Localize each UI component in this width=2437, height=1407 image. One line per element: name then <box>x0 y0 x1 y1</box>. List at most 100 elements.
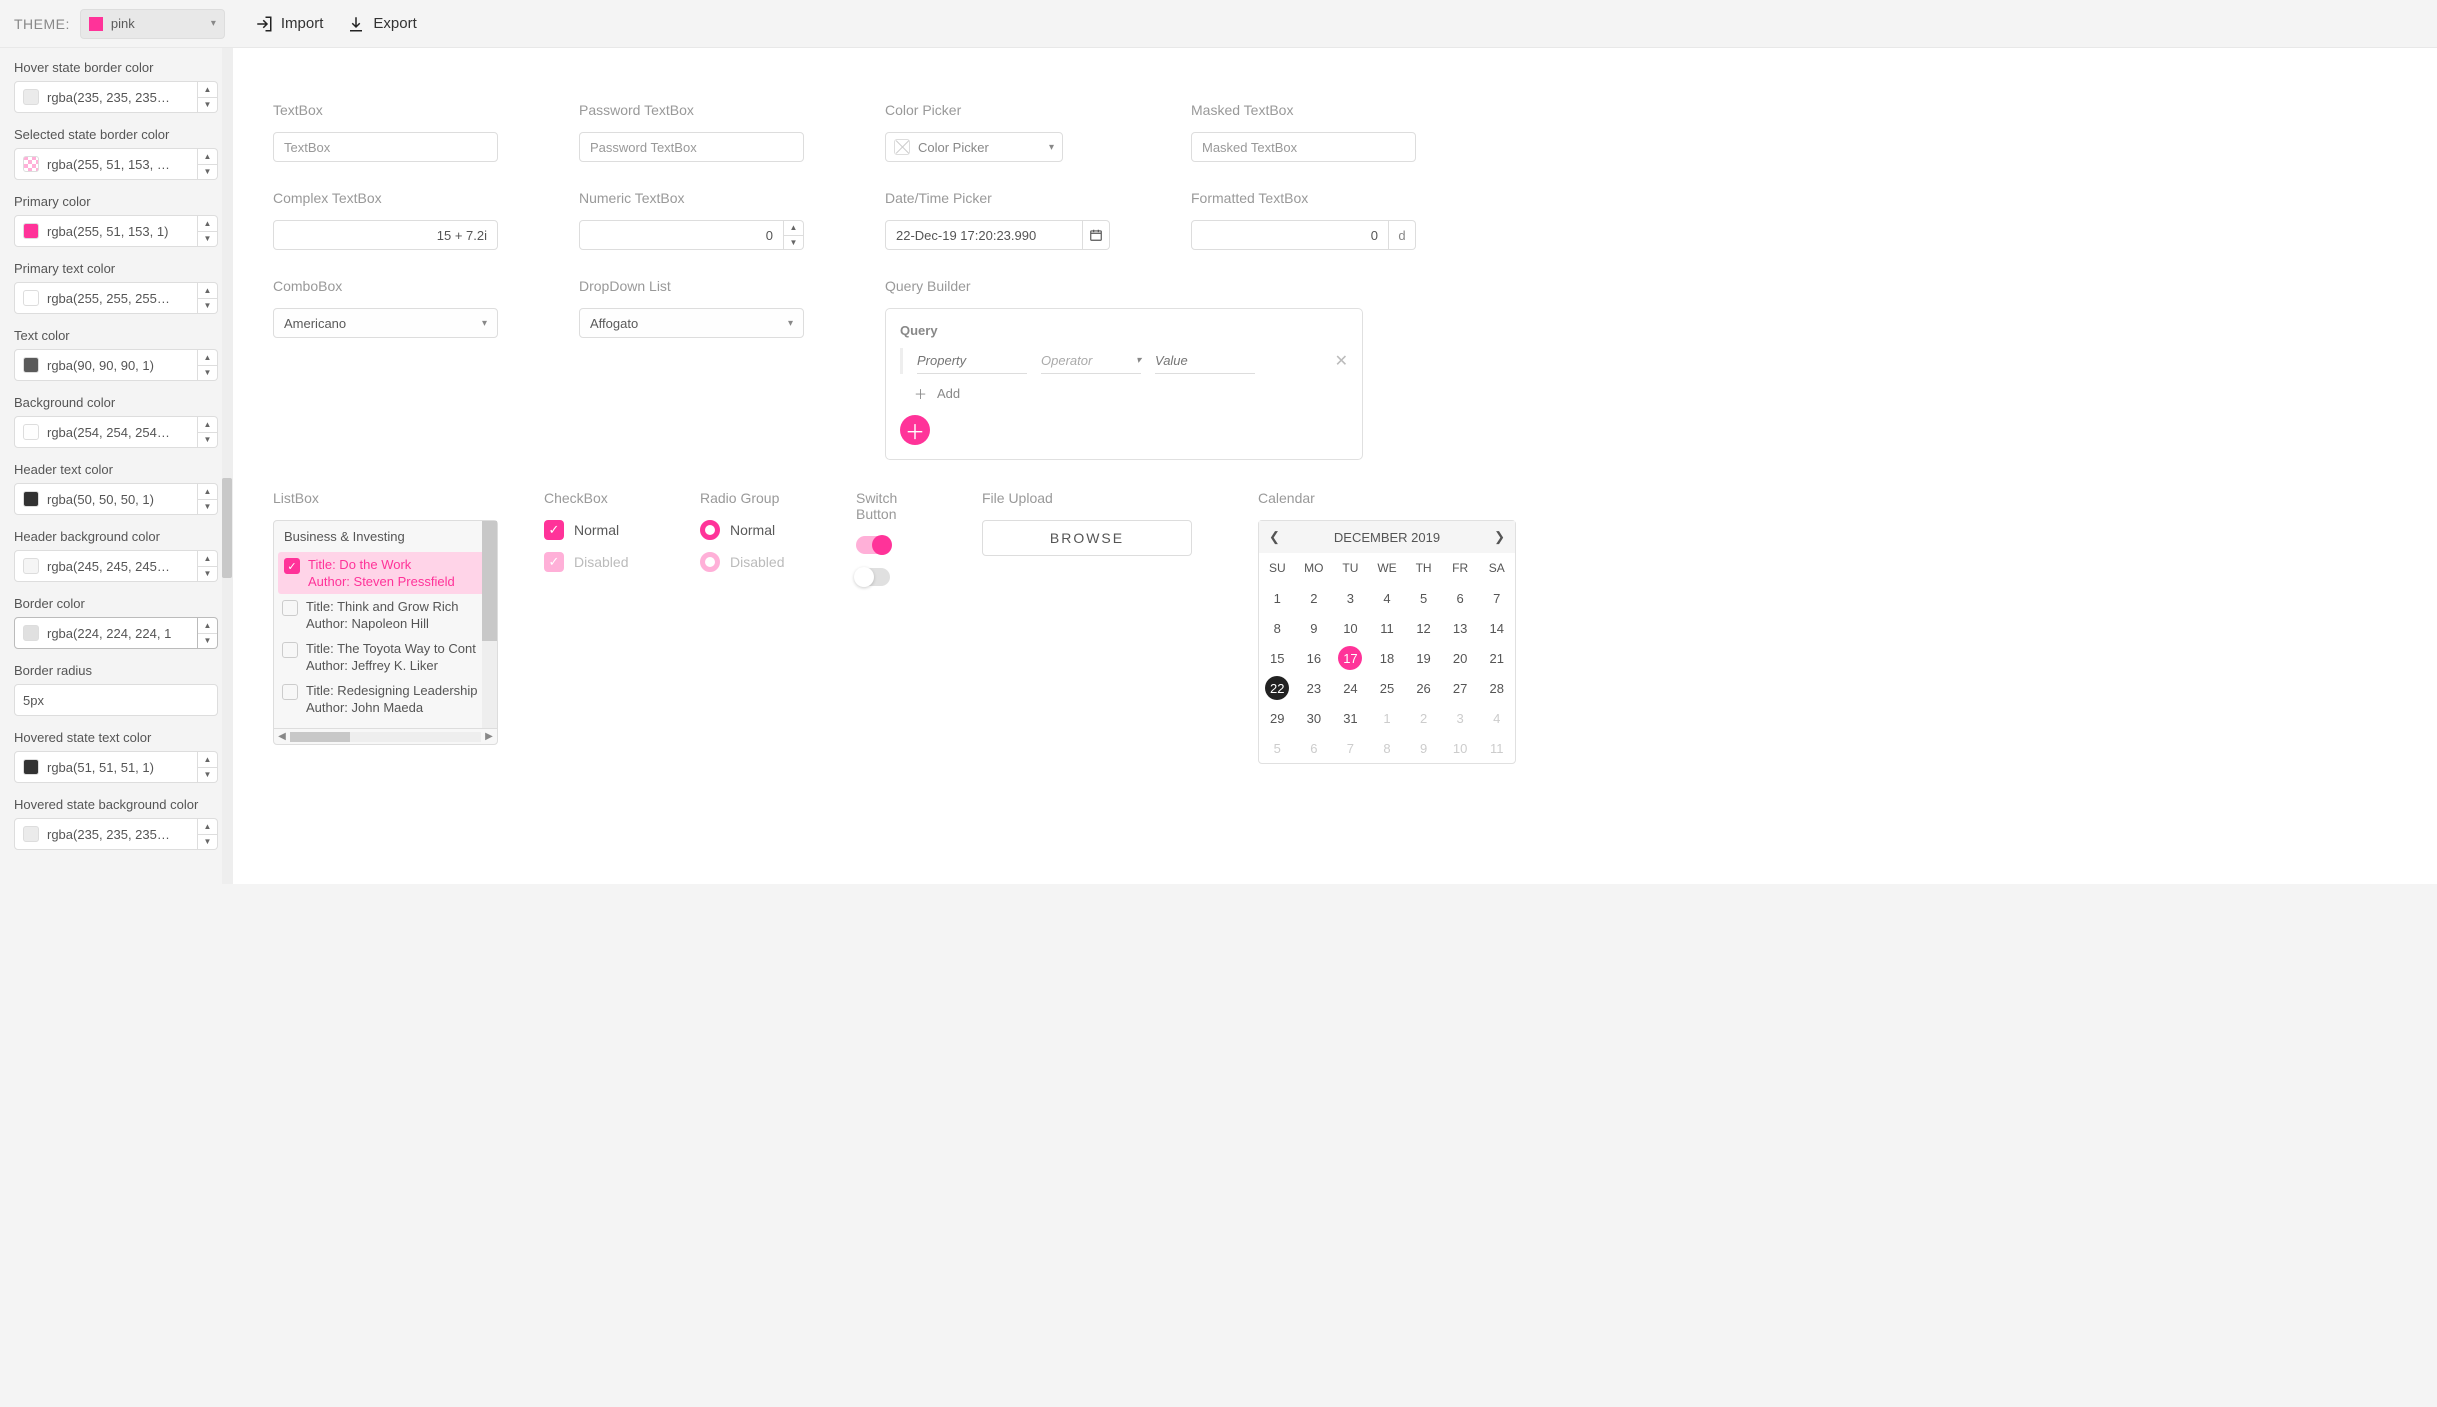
switch-on[interactable] <box>856 536 890 554</box>
border-input[interactable]: rgba(224, 224, 224, 1 <box>14 617 198 649</box>
calendar-day[interactable]: 16 <box>1296 643 1333 673</box>
calendar-day[interactable]: 6 <box>1296 733 1333 763</box>
calendar-day[interactable]: 8 <box>1369 733 1406 763</box>
dropdown[interactable]: Affogato▾ <box>579 308 804 338</box>
switch-off[interactable] <box>856 568 890 586</box>
bg-input[interactable]: rgba(254, 254, 254… <box>14 416 198 448</box>
calendar-day[interactable]: 1 <box>1259 583 1296 613</box>
list-item[interactable]: Title: Redesigning LeadershipAuthor: Joh… <box>274 678 497 720</box>
sidebar-scrollbar[interactable] <box>222 48 232 884</box>
calendar-day[interactable]: 14 <box>1478 613 1515 643</box>
calendar-day[interactable]: 7 <box>1478 583 1515 613</box>
listbox-scrollbar[interactable] <box>482 521 497 728</box>
datetime-input[interactable] <box>885 220 1083 250</box>
listbox-hscroll[interactable]: ◀▶ <box>274 728 497 744</box>
checkbox-normal[interactable]: ✓Normal <box>544 520 654 540</box>
spin-buttons[interactable]: ▲▼ <box>198 416 218 448</box>
calendar-day[interactable]: 26 <box>1405 673 1442 703</box>
spin-buttons[interactable]: ▲▼ <box>198 550 218 582</box>
text-color-input[interactable]: rgba(90, 90, 90, 1) <box>14 349 198 381</box>
calendar-day[interactable]: 23 <box>1296 673 1333 703</box>
calendar-day[interactable]: 11 <box>1369 613 1406 643</box>
numeric-input[interactable] <box>579 220 784 250</box>
list-item[interactable]: ✓Title: Do the WorkAuthor: Steven Pressf… <box>278 552 493 594</box>
calendar-day[interactable]: 15 <box>1259 643 1296 673</box>
calendar-prev[interactable]: ❮ <box>1269 529 1280 545</box>
password-input[interactable] <box>579 132 804 162</box>
calendar-day[interactable]: 29 <box>1259 703 1296 733</box>
calendar-day[interactable]: 6 <box>1442 583 1479 613</box>
calendar-day[interactable]: 13 <box>1442 613 1479 643</box>
calendar-day[interactable]: 9 <box>1405 733 1442 763</box>
calendar-day[interactable]: 4 <box>1478 703 1515 733</box>
query-plus-button[interactable]: ＋ <box>900 415 930 445</box>
hovered-text-input[interactable]: rgba(51, 51, 51, 1) <box>14 751 198 783</box>
import-button[interactable]: Import <box>255 15 324 33</box>
close-icon[interactable]: ✕ <box>1335 351 1348 371</box>
calendar-day[interactable]: 30 <box>1296 703 1333 733</box>
calendar-day[interactable]: 22 <box>1259 673 1296 703</box>
spin-buttons[interactable]: ▲▼ <box>198 81 218 113</box>
spin-buttons[interactable]: ▲▼ <box>198 349 218 381</box>
spin-buttons[interactable]: ▲▼ <box>198 617 218 649</box>
calendar-day[interactable]: 9 <box>1296 613 1333 643</box>
calendar-day[interactable]: 10 <box>1332 613 1369 643</box>
spin-buttons[interactable]: ▲▼ <box>198 751 218 783</box>
calendar-day[interactable]: 8 <box>1259 613 1296 643</box>
calendar-day[interactable]: 21 <box>1478 643 1515 673</box>
calendar-day[interactable]: 27 <box>1442 673 1479 703</box>
calendar-day[interactable]: 3 <box>1442 703 1479 733</box>
calendar-next[interactable]: ❯ <box>1494 529 1505 545</box>
query-operator[interactable]: Operator▾ <box>1041 348 1141 374</box>
calendar-day[interactable]: 25 <box>1369 673 1406 703</box>
calendar-day[interactable]: 10 <box>1442 733 1479 763</box>
calendar-day[interactable]: 2 <box>1405 703 1442 733</box>
query-add-row[interactable]: ＋Add <box>900 384 1348 403</box>
radius-input[interactable] <box>14 684 218 716</box>
calendar-icon[interactable] <box>1083 220 1110 250</box>
spin-buttons[interactable]: ▲▼ <box>198 818 218 850</box>
query-value[interactable] <box>1155 348 1255 374</box>
calendar-day[interactable]: 12 <box>1405 613 1442 643</box>
list-item[interactable]: Title: The Toyota Way to ContAuthor: Jef… <box>274 636 497 678</box>
calendar-day[interactable]: 7 <box>1332 733 1369 763</box>
primary-text-input[interactable]: rgba(255, 255, 255… <box>14 282 198 314</box>
spin-buttons[interactable]: ▲▼ <box>784 220 804 250</box>
textbox-input[interactable] <box>273 132 498 162</box>
listbox[interactable]: Business & Investing ✓Title: Do the Work… <box>273 520 498 745</box>
spin-buttons[interactable]: ▲▼ <box>198 282 218 314</box>
primary-input[interactable]: rgba(255, 51, 153, 1) <box>14 215 198 247</box>
query-property[interactable] <box>917 348 1027 374</box>
spin-buttons[interactable]: ▲▼ <box>198 215 218 247</box>
calendar-day[interactable]: 18 <box>1369 643 1406 673</box>
spin-buttons[interactable]: ▲▼ <box>198 483 218 515</box>
header-text-input[interactable]: rgba(50, 50, 50, 1) <box>14 483 198 515</box>
colorpicker-input[interactable]: Color Picker ▾ <box>885 132 1063 162</box>
calendar-day[interactable]: 1 <box>1369 703 1406 733</box>
complex-input[interactable] <box>273 220 498 250</box>
browse-button[interactable]: BROWSE <box>982 520 1192 556</box>
calendar-day[interactable]: 24 <box>1332 673 1369 703</box>
radio-normal[interactable]: Normal <box>700 520 810 540</box>
calendar-day[interactable]: 5 <box>1259 733 1296 763</box>
calendar-day[interactable]: 3 <box>1332 583 1369 613</box>
theme-select[interactable]: pink ▾ <box>80 9 225 39</box>
masked-input[interactable] <box>1191 132 1416 162</box>
calendar-day[interactable]: 4 <box>1369 583 1406 613</box>
formatted-input[interactable] <box>1191 220 1389 250</box>
spin-buttons[interactable]: ▲▼ <box>198 148 218 180</box>
hover-border-input[interactable]: rgba(235, 235, 235… <box>14 81 198 113</box>
header-bg-input[interactable]: rgba(245, 245, 245… <box>14 550 198 582</box>
combobox[interactable]: Americano▾ <box>273 308 498 338</box>
calendar-day[interactable]: 11 <box>1478 733 1515 763</box>
calendar-day[interactable]: 2 <box>1296 583 1333 613</box>
calendar-day[interactable]: 20 <box>1442 643 1479 673</box>
calendar-day[interactable]: 31 <box>1332 703 1369 733</box>
selected-border-input[interactable]: rgba(255, 51, 153, … <box>14 148 198 180</box>
export-button[interactable]: Export <box>347 15 416 33</box>
list-item[interactable]: Title: Think and Grow RichAuthor: Napole… <box>274 594 497 636</box>
calendar-day[interactable]: 19 <box>1405 643 1442 673</box>
calendar-day[interactable]: 5 <box>1405 583 1442 613</box>
hovered-bg-input[interactable]: rgba(235, 235, 235… <box>14 818 198 850</box>
calendar-day[interactable]: 28 <box>1478 673 1515 703</box>
